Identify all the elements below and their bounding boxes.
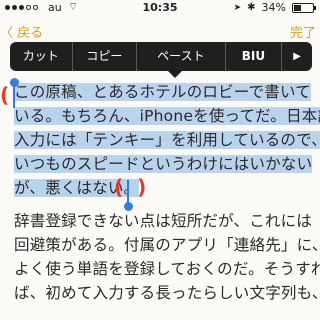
cut-button[interactable]: カット <box>10 42 73 71</box>
paste-button[interactable]: ペースト <box>137 42 226 71</box>
copy-button[interactable]: コピー <box>73 42 138 71</box>
back-chevron-icon: 〈 <box>0 26 14 41</box>
text-line: この原稿、とあるホテルのロビーで書いて <box>14 83 311 101</box>
edit-menu: カット コピー ペースト BIU ▶ <box>10 42 312 78</box>
text-line: よく使う単語を登録しておくのだ。そうすれ <box>14 260 320 278</box>
bluetooth-icon: ✱ <box>247 2 256 13</box>
text-line: 回避策がある。付属のアプリ「連絡先」に、 <box>14 236 320 254</box>
back-button-label: 戻る <box>17 26 44 41</box>
start-annotation-mark: ( <box>0 83 10 107</box>
selected-paragraph[interactable]: この原稿、とあるホテルのロビーで書いて いる。もちろん、iPhoneを使ってだ。… <box>14 80 320 200</box>
text-line: 辞書登録できない点は短所だが、これには <box>14 212 312 230</box>
battery-percent: 34% <box>261 1 286 14</box>
body-paragraph[interactable]: 辞書登録できない点は短所だが、これには 回避策がある。付属のアプリ「連絡先」に、… <box>14 209 320 305</box>
location-icon: ➤ <box>233 2 242 13</box>
back-button[interactable]: 〈 戻る <box>0 22 43 41</box>
more-arrow-button[interactable]: ▶ <box>282 42 312 71</box>
selection-start-bar <box>13 84 15 108</box>
text-line: いる。もちろん、iPhoneを使ってだ。日本語 <box>14 107 320 125</box>
text-line: 入力には「テンキー」を利用しているので、 <box>14 131 320 149</box>
done-button[interactable]: 完了 <box>290 22 316 41</box>
menu-pointer <box>168 71 182 78</box>
format-button[interactable]: BIU <box>226 42 283 71</box>
battery-icon <box>292 2 316 13</box>
text-line: ば、初めて入力する長ったらしい文字列も、 <box>14 284 320 302</box>
status-bar: au ⌔ 10:35 ➤ ✱ 34% <box>0 0 320 16</box>
text-line: いつものスピードというわけにはいかない <box>14 155 313 173</box>
end-annotation-mark: ( ) <box>114 175 147 199</box>
